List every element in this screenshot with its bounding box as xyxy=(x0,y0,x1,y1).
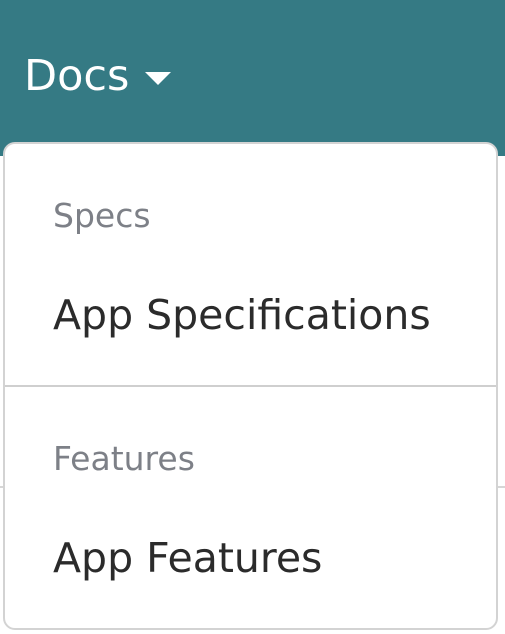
docs-dropdown-toggle[interactable]: Docs xyxy=(24,48,172,104)
section-header-features: Features xyxy=(53,439,195,478)
docs-label: Docs xyxy=(24,51,130,101)
docs-dropdown-menu: Specs App Specifications Features App Fe… xyxy=(3,142,498,630)
page: Docs Specs App Specifications Features A… xyxy=(0,0,505,634)
caret-down-icon xyxy=(145,71,172,85)
menu-section-features: Features App Features xyxy=(5,385,496,628)
menu-item-app-specifications[interactable]: App Specifications xyxy=(53,290,431,340)
menu-section-specs: Specs App Specifications xyxy=(5,144,496,385)
section-header-specs: Specs xyxy=(53,196,151,235)
navbar: Docs xyxy=(0,0,505,156)
menu-item-app-features[interactable]: App Features xyxy=(53,533,322,583)
